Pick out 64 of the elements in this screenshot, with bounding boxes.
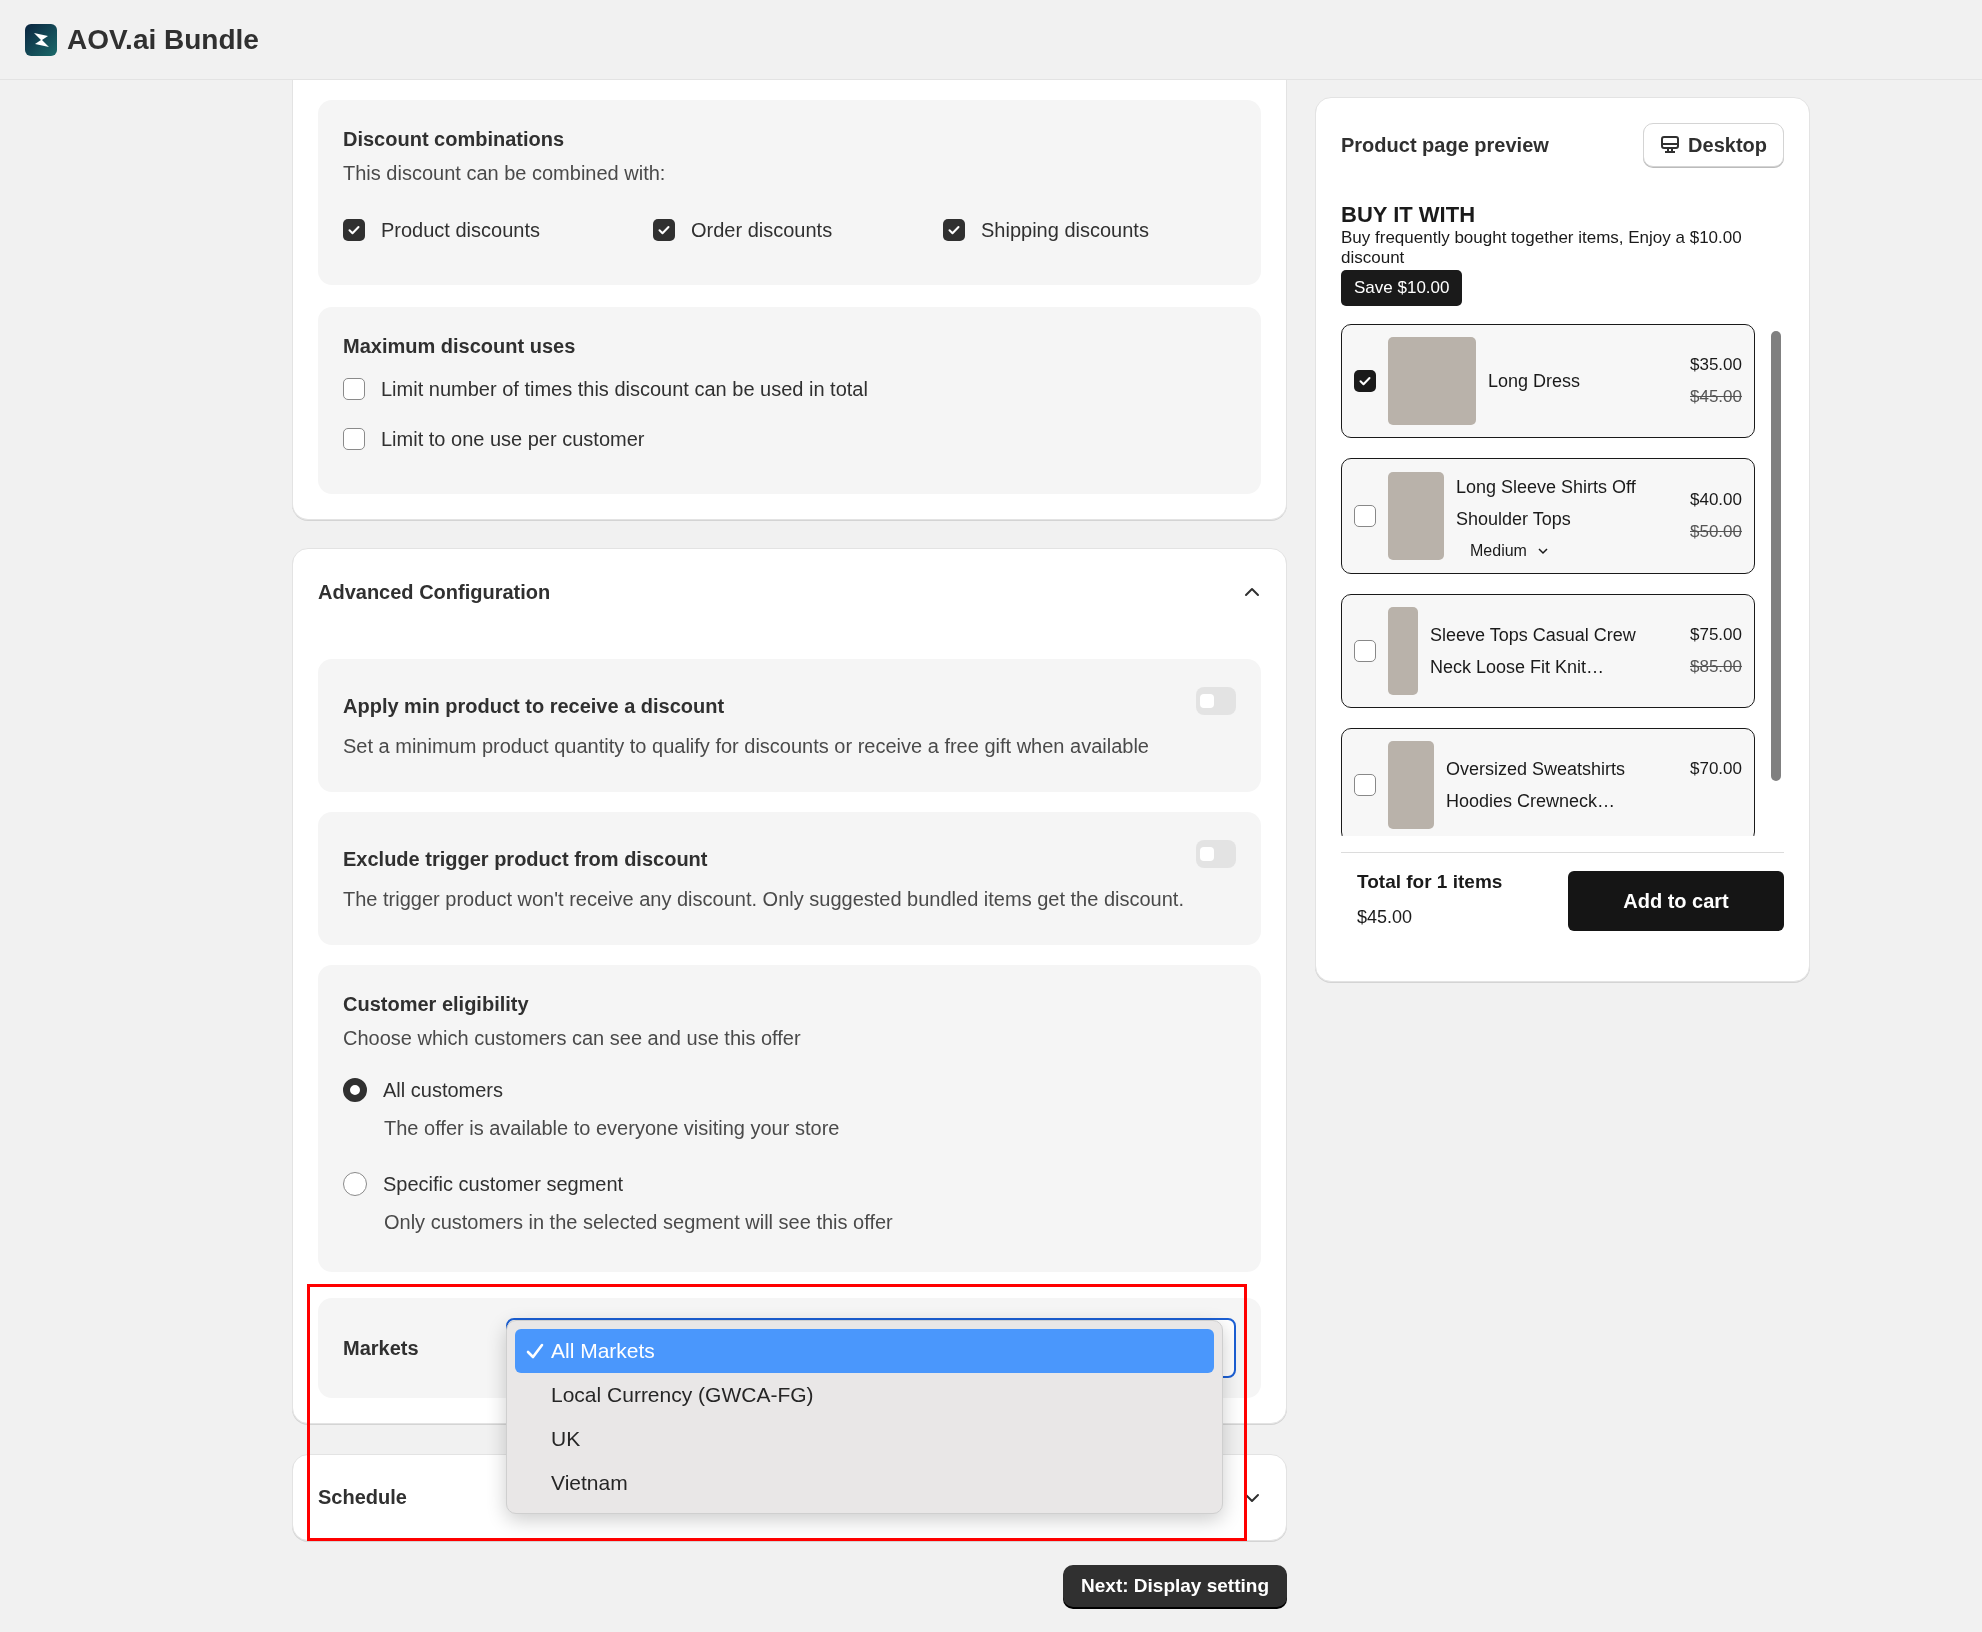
section-title: Maximum discount uses xyxy=(343,335,577,358)
field-label: Markets xyxy=(343,1336,420,1360)
compare-price: $85.00 xyxy=(1690,657,1742,677)
product-name: Long Dress xyxy=(1488,370,1582,393)
compare-price: $45.00 xyxy=(1690,387,1742,407)
menu-item[interactable]: Local Currency (GWCA-FG) xyxy=(515,1373,1214,1417)
radio-label: All customers xyxy=(383,1078,504,1102)
next-button[interactable]: Next: Display setting xyxy=(1063,1565,1287,1607)
compare-price: $50.00 xyxy=(1690,522,1742,542)
option-description: Only customers in the selected segment will see this offer xyxy=(383,1210,894,1235)
checkbox[interactable] xyxy=(1354,640,1376,662)
setting-description: The trigger product won't receive any discount. Only suggested bundled items get the discount. xyxy=(343,887,1185,912)
checkbox[interactable] xyxy=(943,219,965,241)
radio-button[interactable] xyxy=(343,1078,367,1102)
section-subtitle: This discount can be combined with: xyxy=(343,161,667,186)
checkbox[interactable] xyxy=(343,378,365,400)
total-price: $45.00 xyxy=(1357,907,1414,928)
section-title: Schedule xyxy=(318,1486,407,1509)
total-label: Total for 1 items xyxy=(1357,871,1503,893)
menu-item[interactable]: Vietnam xyxy=(515,1461,1214,1505)
checkbox[interactable] xyxy=(343,219,365,241)
app-title: AOV.ai Bundle xyxy=(67,23,259,56)
add-to-cart-button[interactable]: Add to cart xyxy=(1568,871,1784,931)
variant-select[interactable]: Medium xyxy=(1456,541,1678,561)
product-name: Sleeve Tops Casual Crew Neck Loose Fit Knit… xyxy=(1430,624,1637,679)
checkbox-label: Order discounts xyxy=(691,218,833,242)
desktop-button[interactable]: Desktop xyxy=(1643,123,1784,167)
setting-title: Apply min product to receive a discount xyxy=(343,695,725,718)
checkbox[interactable] xyxy=(343,428,365,450)
product-price: $70.00 xyxy=(1690,759,1742,779)
menu-item[interactable]: UK xyxy=(515,1417,1214,1461)
checkmark-icon xyxy=(525,1341,545,1361)
app-logo-icon xyxy=(25,23,57,56)
scrollbar[interactable] xyxy=(1771,331,1781,781)
toggle-switch[interactable] xyxy=(1196,687,1236,715)
radio-button[interactable] xyxy=(343,1172,367,1196)
section-title: Advanced Configuration xyxy=(318,580,551,604)
setting-title: Exclude trigger product from discount xyxy=(343,848,708,871)
section-title: Discount combinations xyxy=(343,128,566,151)
checkbox-label: Product discounts xyxy=(381,218,540,242)
monitor-icon xyxy=(1660,135,1681,155)
widget-heading: BUY IT WITH xyxy=(1341,202,1477,228)
save-badge: Save $10.00 xyxy=(1341,270,1463,306)
checkbox-label: Shipping discounts xyxy=(981,218,1149,242)
product-name: Oversized Sweatshirts Hoodies Crewneck… xyxy=(1446,758,1627,813)
panel-title: Product page preview xyxy=(1341,133,1549,157)
option-description: The offer is available to everyone visiting your store xyxy=(383,1116,841,1141)
section-title: Customer eligibility xyxy=(343,993,530,1016)
product-price: $35.00 xyxy=(1690,355,1742,375)
setting-description: Set a minimum product quantity to qualify for discounts or receive a free gift when available xyxy=(343,734,1150,759)
checkbox[interactable] xyxy=(1354,774,1376,796)
product-price: $40.00 xyxy=(1690,490,1742,510)
toggle-switch[interactable] xyxy=(1196,840,1236,868)
product-price: $75.00 xyxy=(1690,625,1742,645)
section-subtitle: Choose which customers can see and use this offer xyxy=(343,1026,802,1051)
widget-subheading: Buy frequently bought together items, Enjoy a $10.00 discount xyxy=(1341,228,1743,268)
checkbox-label: Limit to one use per customer xyxy=(381,427,645,451)
checkbox[interactable] xyxy=(1354,505,1376,527)
checkbox-label: Limit number of times this discount can be used in total xyxy=(381,377,868,401)
chevron-down-icon xyxy=(1536,545,1549,557)
checkbox[interactable] xyxy=(653,219,675,241)
product-name: Long Sleeve Shirts Off Shoulder Tops xyxy=(1456,476,1637,531)
radio-label: Specific customer segment xyxy=(383,1172,624,1196)
checkbox[interactable] xyxy=(1354,370,1376,392)
